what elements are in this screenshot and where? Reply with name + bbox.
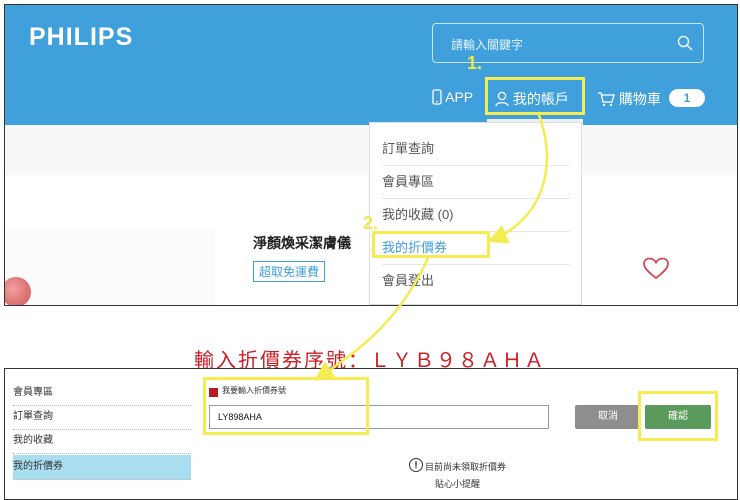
sidebar-item-orders[interactable]: 訂單查詢 [13, 405, 191, 430]
nav-app-label: APP [445, 89, 474, 105]
nav-cart[interactable]: 購物車 [597, 89, 661, 109]
philips-logo[interactable]: PHILIPS [29, 23, 133, 52]
cart-icon [598, 92, 615, 107]
step-1-label: 1. [467, 53, 483, 73]
cancel-button[interactable]: 取消 [575, 405, 641, 429]
heart-icon[interactable] [643, 257, 669, 281]
top-screenshot-panel: PHILIPS 請輸入關鍵字 APP 我的帳戶 購物車 1 淨顏煥采潔膚儀 超取… [4, 4, 738, 306]
cart-count-badge: 1 [669, 89, 705, 107]
tip-heading: 貼心小提醒 [435, 479, 481, 489]
account-dropdown-menu: 訂單查詢 會員專區 我的收藏 (0) 我的折價券 會員登出 [369, 122, 582, 305]
sidebar-item-member-area[interactable]: 會員專區 [13, 381, 191, 406]
phone-icon [432, 89, 442, 105]
nav-app[interactable]: APP [432, 89, 473, 105]
confirm-highlight-box [638, 391, 718, 441]
step-2-label: 2. [363, 213, 379, 233]
search-placeholder: 請輸入關鍵字 [451, 38, 524, 52]
product-image-area [5, 231, 215, 305]
bottom-screenshot-panel: 會員專區 訂單查詢 我的收藏 我的折價券 我要輸入折價券號 LY898AHA 取… [4, 368, 738, 500]
coupon-input-highlight-box [203, 377, 369, 435]
product-title[interactable]: 淨顏煥采潔膚儀 [253, 233, 351, 253]
dropdown-item-orders[interactable]: 訂單查詢 [382, 132, 570, 166]
product-thumbnail [5, 277, 31, 305]
dropdown-item-member-area[interactable]: 會員專區 [382, 165, 570, 199]
no-coupon-notice: 目前尚未領取折價券 [425, 462, 507, 472]
sidebar-item-coupons[interactable]: 我的折價券 [13, 455, 191, 480]
search-icon[interactable] [677, 35, 693, 51]
dropdown-item-logout[interactable]: 會員登出 [382, 264, 570, 297]
coupon-highlight-box [372, 231, 490, 258]
free-shipping-tag: 超取免運費 [253, 261, 326, 282]
nav-cart-label: 購物車 [618, 91, 661, 107]
account-highlight-box [485, 77, 585, 115]
sidebar-item-favorites[interactable]: 我的收藏 [13, 429, 191, 454]
dropdown-item-favorites[interactable]: 我的收藏 (0) [382, 198, 570, 232]
info-icon: ! [409, 458, 423, 472]
